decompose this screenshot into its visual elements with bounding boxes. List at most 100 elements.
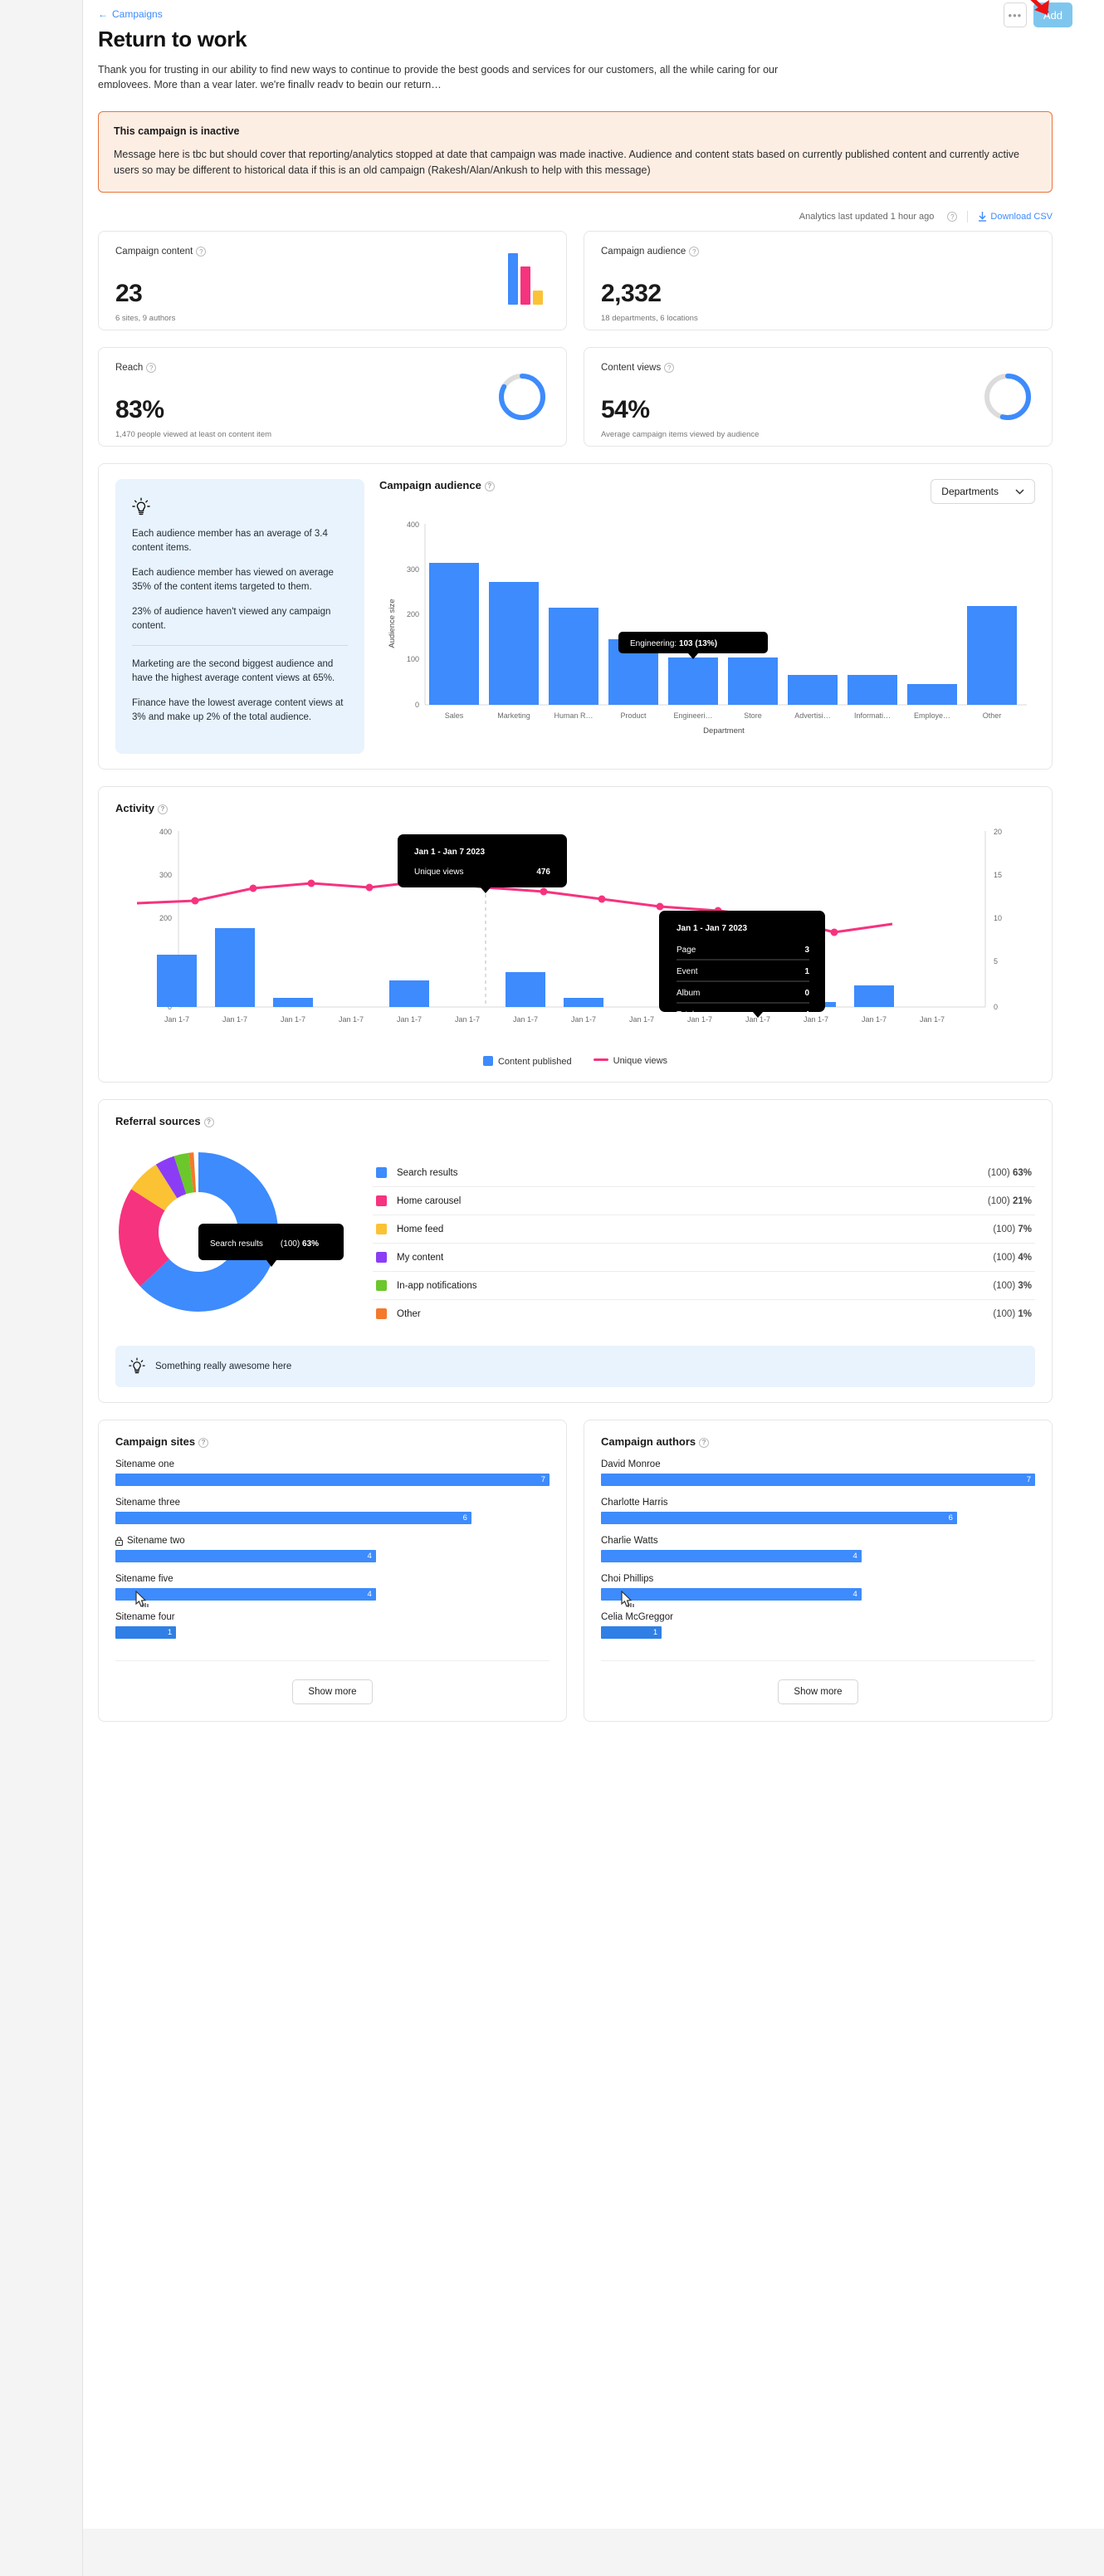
author-bar-item[interactable]: Charlie Watts 4 bbox=[601, 1536, 1035, 1562]
analytics-last-updated: Analytics last updated 1 hour ago bbox=[799, 212, 935, 222]
card-label: Content views? bbox=[601, 363, 1035, 373]
svg-text:Jan 1 - Jan 7 2023: Jan 1 - Jan 7 2023 bbox=[677, 924, 747, 933]
svg-text:100: 100 bbox=[407, 655, 419, 663]
help-icon[interactable]: ? bbox=[203, 1117, 214, 1127]
mini-bar-chart bbox=[508, 253, 543, 305]
author-name: Charlotte Harris bbox=[601, 1498, 668, 1508]
card-content-views: Content views? 54% Average campaign item… bbox=[584, 347, 1053, 447]
svg-text:Jan 1-7: Jan 1-7 bbox=[629, 1015, 654, 1024]
authors-card-title: Campaign authors? bbox=[601, 1435, 1035, 1448]
activity-panel-title: Activity? bbox=[115, 802, 1035, 814]
referral-insight-text: Something really awesome here bbox=[155, 1361, 292, 1371]
help-icon[interactable]: ? bbox=[484, 481, 495, 491]
svg-text:Page: Page bbox=[677, 946, 696, 955]
chevron-down-icon bbox=[1015, 488, 1024, 495]
svg-text:Audience size: Audience size bbox=[388, 599, 397, 648]
site-name: Sitename three bbox=[115, 1498, 180, 1508]
site-bar-item[interactable]: Sitename two 4 bbox=[115, 1536, 550, 1562]
site-bar-item[interactable]: Sitename three 6 bbox=[115, 1498, 550, 1524]
authors-show-more-button[interactable]: Show more bbox=[778, 1679, 858, 1704]
svg-text:Jan 1-7: Jan 1-7 bbox=[920, 1015, 945, 1024]
referral-insight-banner: Something really awesome here bbox=[115, 1346, 1035, 1387]
help-icon[interactable]: ? bbox=[664, 363, 675, 373]
add-button[interactable]: Add bbox=[1033, 2, 1072, 27]
content-published-tooltip: Jan 1 - Jan 7 2023 Page 3 Event 1 Album … bbox=[659, 911, 825, 1019]
svg-text:Jan 1-7: Jan 1-7 bbox=[281, 1015, 305, 1024]
help-icon[interactable]: ? bbox=[196, 247, 207, 257]
help-icon[interactable]: ? bbox=[157, 804, 168, 814]
sites-show-more-button[interactable]: Show more bbox=[292, 1679, 373, 1704]
site-bar-item[interactable]: Sitename five 4 bbox=[115, 1574, 550, 1607]
card-value: 23 bbox=[115, 280, 143, 308]
card-value: 2,332 bbox=[601, 280, 662, 308]
author-bar-item[interactable]: Celia McGreggor 1 bbox=[601, 1612, 1035, 1639]
dropdown-value: Departments bbox=[941, 486, 999, 497]
svg-text:0: 0 bbox=[415, 701, 419, 709]
site-name: Sitename five bbox=[115, 1574, 173, 1584]
svg-text:Jan 1-7: Jan 1-7 bbox=[862, 1015, 887, 1024]
inactive-campaign-alert: This campaign is inactive Message here i… bbox=[98, 111, 1053, 193]
referral-tooltip: Search results (100) 63% bbox=[198, 1224, 344, 1267]
referral-item[interactable]: Search results (100) 63% bbox=[373, 1159, 1035, 1187]
svg-text:10: 10 bbox=[994, 914, 1002, 922]
svg-text:200: 200 bbox=[407, 610, 419, 618]
audience-chart-area: Campaign audience? Departments 400 300 2… bbox=[379, 479, 1035, 754]
svg-text:(100) 63%: (100) 63% bbox=[281, 1239, 319, 1249]
referral-value: (100) 21% bbox=[987, 1195, 1032, 1206]
main-content: This campaign is inactive Message here i… bbox=[83, 88, 1104, 2529]
referral-item[interactable]: Home feed (100) 7% bbox=[373, 1215, 1035, 1244]
unique-views-tooltip: Jan 1 - Jan 7 2023 Unique views 476 bbox=[398, 834, 567, 893]
site-name-row: Sitename two bbox=[115, 1536, 550, 1546]
download-csv-label: Download CSV bbox=[990, 212, 1053, 222]
card-sub: 1,470 people viewed at least on content … bbox=[115, 430, 272, 440]
donut-chart-reach bbox=[499, 374, 545, 420]
more-options-button[interactable]: ••• bbox=[1003, 2, 1027, 27]
author-bar-item[interactable]: Choi Phillips 4 bbox=[601, 1574, 1035, 1607]
page-title: Return to work bbox=[98, 27, 247, 51]
help-icon[interactable]: ? bbox=[198, 1437, 209, 1448]
svg-text:Engineering: 103 (13%): Engineering: 103 (13%) bbox=[630, 639, 717, 648]
referral-panel-title: Referral sources? bbox=[115, 1115, 1035, 1127]
card-sub: 18 departments, 6 locations bbox=[601, 314, 698, 324]
referral-donut-wrap: Search results (100) 63% bbox=[115, 1137, 364, 1315]
referral-item[interactable]: My content (100) 4% bbox=[373, 1244, 1035, 1272]
svg-text:Search results: Search results bbox=[210, 1239, 263, 1249]
help-icon[interactable]: ? bbox=[689, 247, 700, 257]
activity-legend: Content published Unique views bbox=[115, 1056, 1035, 1067]
referral-value: (100) 7% bbox=[993, 1224, 1032, 1234]
author-name: Celia McGreggor bbox=[601, 1612, 673, 1622]
svg-text:Jan 1-7: Jan 1-7 bbox=[571, 1015, 596, 1024]
referral-value: (100) 63% bbox=[987, 1167, 1032, 1178]
referral-item[interactable]: Other (100) 1% bbox=[373, 1300, 1035, 1327]
referral-name: In-app notifications bbox=[397, 1280, 477, 1291]
departments-dropdown[interactable]: Departments bbox=[931, 479, 1035, 504]
site-bar-item[interactable]: Sitename one 7 bbox=[115, 1459, 550, 1486]
card-campaign-audience: Campaign audience? 2,332 18 departments,… bbox=[584, 231, 1053, 330]
card-value: 54% bbox=[601, 396, 650, 424]
divider bbox=[132, 645, 348, 646]
card-label: Reach? bbox=[115, 363, 550, 373]
referral-item[interactable]: In-app notifications (100) 3% bbox=[373, 1272, 1035, 1300]
svg-text:Jan 1 - Jan 7 2023: Jan 1 - Jan 7 2023 bbox=[414, 848, 485, 857]
breadcrumb-label: Campaigns bbox=[112, 8, 163, 20]
svg-text:Sales: Sales bbox=[445, 711, 464, 720]
referral-item[interactable]: Home carousel (100) 21% bbox=[373, 1187, 1035, 1215]
insight-3: 23% of audience haven't viewed any campa… bbox=[132, 607, 331, 631]
breadcrumb-campaigns[interactable]: ← Campaigns bbox=[98, 8, 163, 20]
card-value: 83% bbox=[115, 396, 164, 424]
help-icon[interactable]: ? bbox=[699, 1437, 710, 1448]
download-csv-button[interactable]: Download CSV bbox=[978, 212, 1053, 222]
referral-value: (100) 3% bbox=[993, 1280, 1032, 1291]
author-bar-item[interactable]: Charlotte Harris 6 bbox=[601, 1498, 1035, 1524]
author-bar-item[interactable]: David Monroe 7 bbox=[601, 1459, 1035, 1486]
site-bar-item[interactable]: Sitename four 1 bbox=[115, 1612, 550, 1639]
svg-text:Other: Other bbox=[983, 711, 1002, 720]
stat-card-grid: Campaign content? 23 6 sites, 9 authors … bbox=[98, 231, 1053, 447]
color-swatch bbox=[376, 1280, 387, 1291]
svg-text:Event: Event bbox=[677, 967, 698, 976]
help-icon[interactable]: ? bbox=[146, 363, 157, 373]
svg-text:Human R…: Human R… bbox=[554, 711, 593, 720]
color-swatch bbox=[376, 1308, 387, 1319]
svg-text:Jan 1-7: Jan 1-7 bbox=[397, 1015, 422, 1024]
help-icon[interactable]: ? bbox=[947, 212, 958, 222]
